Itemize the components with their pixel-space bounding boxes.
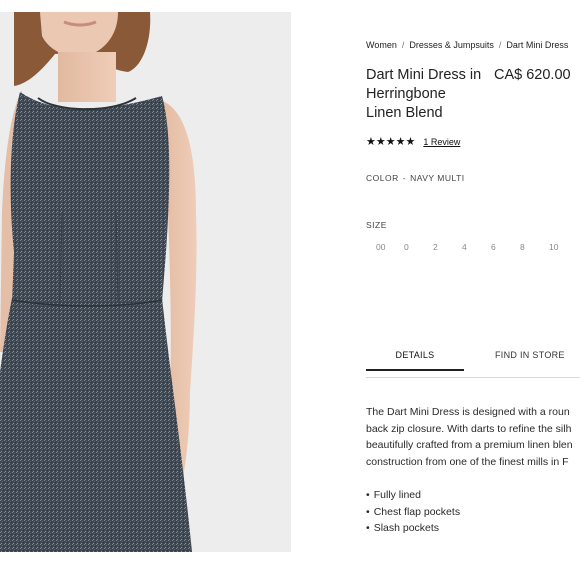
size-option-10[interactable]: 10 <box>540 242 569 252</box>
product-price: CA$ 620.00 <box>494 67 571 83</box>
feature-item: Slash pockets <box>366 520 460 537</box>
star-rating-icon: ★★★★★ <box>366 136 416 148</box>
feature-list: Fully lined Chest flap pockets Slash poc… <box>366 487 460 537</box>
breadcrumb-item-dresses[interactable]: Dresses & Jumpsuits <box>409 40 494 50</box>
feature-item: Fully lined <box>366 487 460 504</box>
size-option-2[interactable]: 2 <box>424 242 453 252</box>
feature-item: Chest flap pockets <box>366 504 460 521</box>
description-line: The Dart Mini Dress is designed with a r… <box>366 406 570 418</box>
description-line: beautifully crafted from a premium linen… <box>366 439 573 451</box>
color-value: NAVY MULTI <box>410 173 465 183</box>
size-option-4[interactable]: 4 <box>453 242 482 252</box>
description-line: back zip closure. With darts to refine t… <box>366 422 572 435</box>
breadcrumb-item-women[interactable]: Women <box>366 40 397 50</box>
size-option-00[interactable]: 00 <box>366 242 395 252</box>
product-description: The Dart Mini Dress is designed with a r… <box>366 404 580 470</box>
color-selection: COLOR - NAVY MULTI <box>366 173 465 183</box>
size-option-8[interactable]: 8 <box>511 242 540 252</box>
breadcrumb: Women / Dresses & Jumpsuits / Dart Mini Dres… <box>366 40 568 50</box>
description-line: construction from one of the finest mill… <box>366 455 569 468</box>
product-title: Dart Mini Dress in Herringbone Linen Ble… <box>366 67 482 121</box>
product-image[interactable] <box>0 12 291 552</box>
size-options: 00 0 2 4 6 8 10 <box>366 242 569 252</box>
color-label: COLOR <box>366 173 399 183</box>
breadcrumb-separator: / <box>498 40 502 50</box>
product-tabs: DETAILS FIND IN STORE <box>366 342 580 378</box>
size-option-0[interactable]: 0 <box>395 242 424 252</box>
review-link[interactable]: 1 Review <box>423 137 460 147</box>
product-rating: ★★★★★ 1 Review <box>366 136 460 148</box>
size-label: SIZE <box>366 220 387 230</box>
tab-details[interactable]: DETAILS <box>366 350 464 371</box>
breadcrumb-separator: / <box>401 40 405 50</box>
size-option-6[interactable]: 6 <box>482 242 511 252</box>
product-info-panel: Women / Dresses & Jumpsuits / Dart Mini Dres… <box>366 0 580 580</box>
tab-find-in-store[interactable]: FIND IN STORE <box>495 350 565 360</box>
breadcrumb-item-current[interactable]: Dart Mini Dress <box>506 40 568 50</box>
